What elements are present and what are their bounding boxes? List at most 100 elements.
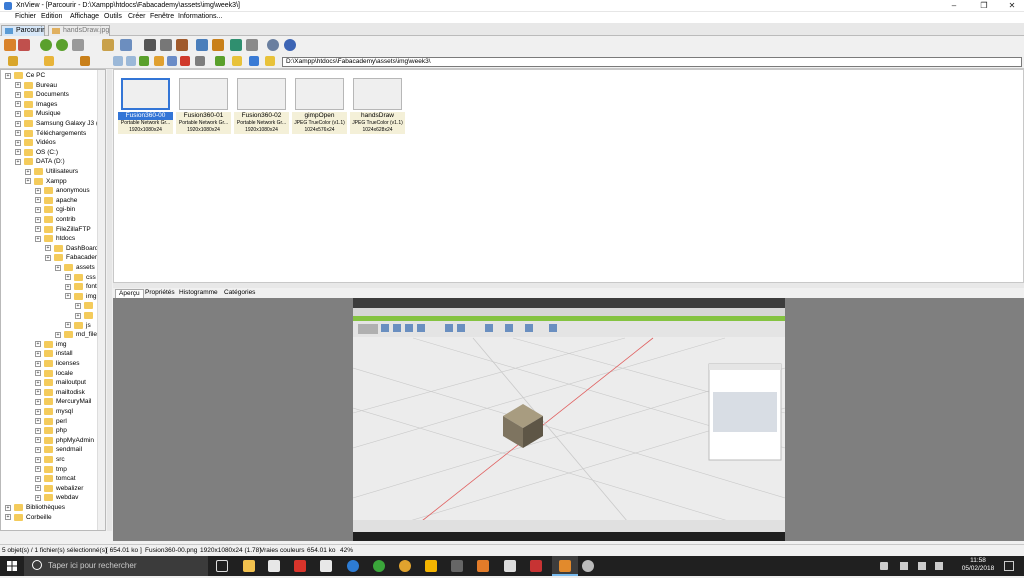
expand-toggle-icon[interactable]: +	[15, 120, 21, 127]
star-icon[interactable]	[265, 56, 275, 66]
menu-fichier[interactable]: Fichier	[15, 13, 36, 20]
expand-toggle-icon[interactable]: +	[35, 446, 41, 453]
tree-item[interactable]: + Ce PC	[1, 71, 98, 80]
battery-icon[interactable]	[918, 562, 926, 570]
tree-item[interactable]: + Bureau	[1, 81, 98, 90]
tree-item[interactable]: + Musique	[1, 109, 98, 118]
tree-item[interactable]: + FileZillaFTP	[1, 225, 98, 234]
expand-toggle-icon[interactable]: +	[15, 91, 21, 98]
tool-icon[interactable]	[477, 560, 489, 572]
tree-item[interactable]: + DashBoard	[1, 244, 99, 253]
expand-toggle-icon[interactable]: +	[55, 264, 61, 271]
tree-item[interactable]: + mailtodisk	[1, 388, 98, 397]
tree-item[interactable]: + tomcat	[1, 474, 98, 483]
wifi-icon[interactable]	[935, 562, 943, 570]
expand-toggle-icon[interactable]: +	[35, 408, 41, 415]
web-icon[interactable]	[230, 39, 242, 51]
tree-item[interactable]: + img	[1, 292, 98, 301]
expand-toggle-icon[interactable]: +	[5, 514, 11, 521]
thumbnail-item[interactable]: gimpOpen JPEG TrueColor (v1.1) 1024x576x24	[292, 76, 347, 134]
tree-item[interactable]: + Vidéos	[1, 138, 98, 147]
folders-icon[interactable]	[8, 56, 18, 66]
expand-toggle-icon[interactable]: +	[35, 216, 41, 223]
expand-toggle-icon[interactable]: +	[65, 283, 71, 290]
store-icon[interactable]	[268, 560, 280, 572]
tree-item[interactable]: +	[1, 301, 98, 310]
expand-toggle-icon[interactable]: +	[35, 379, 41, 386]
expand-toggle-icon[interactable]: +	[35, 370, 41, 377]
tree-item[interactable]: + assets	[1, 263, 98, 272]
copy-to-icon[interactable]	[167, 56, 177, 66]
info-icon[interactable]	[284, 39, 296, 51]
tree-item[interactable]: + Xampp	[1, 177, 98, 186]
volume-icon[interactable]	[900, 562, 908, 570]
tree-item[interactable]: + font	[1, 282, 98, 291]
expand-toggle-icon[interactable]: +	[35, 398, 41, 405]
xnview-taskbar-button[interactable]	[552, 556, 578, 576]
notes-icon[interactable]	[425, 560, 437, 572]
expand-toggle-icon[interactable]: +	[35, 485, 41, 492]
tab-parcourir[interactable]: Parcourir	[1, 25, 45, 36]
expand-toggle-icon[interactable]: +	[35, 494, 41, 501]
gimp-icon[interactable]	[504, 560, 516, 572]
expand-toggle-icon[interactable]: +	[35, 427, 41, 434]
expand-toggle-icon[interactable]: +	[45, 245, 51, 252]
tree-item[interactable]: + Images	[1, 100, 98, 109]
thumbnail-item[interactable]: handsDraw JPEG TrueColor (v1.1) 1024x628x2…	[350, 76, 405, 134]
tree-item[interactable]: + OS (C:)	[1, 148, 98, 157]
expand-toggle-icon[interactable]: +	[35, 466, 41, 473]
task-view-icon[interactable]	[216, 560, 228, 572]
menu-edition[interactable]: Edition	[41, 13, 62, 20]
expand-toggle-icon[interactable]: +	[35, 235, 41, 242]
expand-toggle-icon[interactable]: +	[15, 149, 21, 156]
menu-informations[interactable]: Informations...	[178, 13, 222, 20]
network-icon[interactable]	[880, 562, 888, 570]
notifications-icon[interactable]	[1004, 561, 1014, 571]
gift-app-icon[interactable]	[294, 560, 306, 572]
tree-item[interactable]: + tmp	[1, 465, 98, 474]
expand-toggle-icon[interactable]: +	[35, 341, 41, 348]
expand-toggle-icon[interactable]: +	[15, 82, 21, 89]
nav-forward-icon[interactable]	[126, 56, 136, 66]
expand-toggle-icon[interactable]: +	[15, 101, 21, 108]
binoculars-icon[interactable]	[144, 39, 156, 51]
minimize-button[interactable]: –	[940, 0, 968, 12]
tree-item[interactable]: +	[1, 311, 98, 320]
expand-toggle-icon[interactable]: +	[15, 130, 21, 137]
tree-scrollbar[interactable]	[97, 70, 105, 530]
save-icon[interactable]	[72, 39, 84, 51]
up-folder-icon[interactable]	[139, 56, 149, 66]
tab-handsdraw[interactable]: handsDraw.jpg	[48, 25, 110, 36]
expand-toggle-icon[interactable]: +	[35, 418, 41, 425]
tree-item[interactable]: + Documents	[1, 90, 98, 99]
expand-toggle-icon[interactable]: +	[35, 437, 41, 444]
clock[interactable]: 11:58 05/02/2018	[958, 557, 998, 575]
fullscreen-icon[interactable]	[18, 39, 30, 51]
tree-item[interactable]: + install	[1, 349, 98, 358]
thumbnail-item[interactable]: Fusion360-01 Portable Network Gr... 1920x1…	[176, 76, 231, 134]
taskbar-search-box[interactable]: Taper ici pour rechercher	[24, 556, 208, 576]
copy-icon[interactable]	[120, 39, 132, 51]
tree-item[interactable]: + src	[1, 455, 98, 464]
menu-outils[interactable]: Outils	[104, 13, 122, 20]
new-folder-icon[interactable]	[154, 56, 164, 66]
expand-toggle-icon[interactable]: +	[5, 504, 11, 511]
tree-item[interactable]: + sendmail	[1, 445, 98, 454]
delete-icon[interactable]	[180, 56, 190, 66]
expand-toggle-icon[interactable]: +	[35, 360, 41, 367]
tree-item[interactable]: + mysql	[1, 407, 98, 416]
expand-toggle-icon[interactable]: +	[75, 302, 81, 309]
expand-toggle-icon[interactable]: +	[35, 187, 41, 194]
expand-toggle-icon[interactable]: +	[35, 350, 41, 357]
capture-icon[interactable]	[246, 39, 258, 51]
expand-toggle-icon[interactable]: +	[15, 158, 21, 165]
spotify-icon[interactable]	[373, 560, 385, 572]
back-icon[interactable]	[40, 39, 52, 51]
tree-item[interactable]: + Samsung Galaxy J3 (2(	[1, 119, 104, 128]
mail-icon[interactable]	[320, 560, 332, 572]
expand-toggle-icon[interactable]: +	[35, 206, 41, 213]
tree-item[interactable]: + cgi-bin	[1, 205, 98, 214]
thumbnail-item[interactable]: Fusion360-00 Portable Network Gr... 1920x1…	[118, 76, 173, 134]
start-button[interactable]	[0, 556, 24, 576]
tree-item[interactable]: + js	[1, 321, 98, 330]
